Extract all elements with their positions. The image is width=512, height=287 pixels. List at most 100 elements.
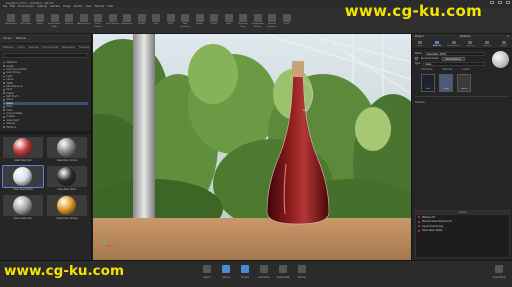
material-preview: [3, 137, 43, 158]
keyshotvr-icon: [279, 265, 287, 273]
texture-slot-opacity[interactable]: Opacity: [457, 74, 471, 92]
toolbar-button-region[interactable]: Region: [193, 10, 207, 32]
tab-material[interactable]: Material: [429, 41, 444, 47]
tab-lighting[interactable]: Lighting: [463, 41, 478, 47]
geometry-icon: [181, 14, 189, 22]
bottom-button-import[interactable]: Import: [200, 265, 214, 279]
personal-graph-checkbox[interactable]: [415, 57, 418, 60]
library-tab-materials[interactable]: Materials: [3, 46, 14, 49]
library-panel: Library Material Materials Colors Textures E…: [0, 34, 92, 260]
multi-material-button[interactable]: Multi-Material: [441, 56, 465, 61]
texture-slot-color[interactable]: Color: [421, 74, 435, 92]
scene-list: Material #1 Stained Glass Material #1 Liqu…: [416, 215, 509, 233]
bottom-button-library[interactable]: Library: [219, 265, 233, 279]
material-dot-icon: [418, 216, 420, 219]
watermark-top: www.cg-ku.com: [344, 2, 482, 20]
toolbar-button-tools[interactable]: Tools: [222, 10, 236, 32]
toolbar-button-label: Tools: [226, 23, 231, 25]
bottle-cork: [292, 61, 304, 77]
library-tab-backplates[interactable]: Backplates: [62, 46, 75, 49]
tree-bullet-icon: [3, 92, 5, 94]
toolbar-button-studio[interactable]: Studio: [207, 10, 221, 32]
toolbar-button-label: Reset Camera: [94, 23, 102, 28]
bottom-button-keyshotvr[interactable]: KeyShotVR: [276, 265, 290, 279]
library-search-input[interactable]: [3, 53, 88, 58]
library-tab-textures[interactable]: Textures: [29, 46, 39, 49]
scene-item[interactable]: Glass Basic White: [416, 229, 509, 234]
material-sphere: [57, 196, 76, 215]
toolbar-button-performance[interactable]: Performance Mode: [48, 10, 62, 32]
library-tab-colors[interactable]: Colors: [18, 46, 25, 49]
tab-environment[interactable]: Environment: [446, 41, 461, 47]
library-divider[interactable]: [0, 131, 91, 134]
tree-item[interactable]: Patterns: [3, 125, 88, 129]
render-viewport[interactable]: [93, 34, 411, 260]
material-preview: [47, 195, 87, 216]
animation-icon: [260, 265, 268, 273]
material-thumbnail[interactable]: Glass Basic White: [2, 165, 44, 192]
toolbar-button-pan[interactable]: Pan: [149, 10, 163, 32]
scene-tree: Scene Material #1 Stained Glass Material …: [415, 210, 510, 258]
toolbar-button-reset[interactable]: Reset Camera: [91, 10, 105, 32]
bottom-button-project[interactable]: Project: [238, 265, 252, 279]
bottom-button-animation[interactable]: Animation: [257, 265, 271, 279]
toolbar-button-cpu[interactable]: CPU Usage: [19, 10, 33, 32]
screenshot-button[interactable]: Screenshot: [492, 265, 506, 279]
scene-item-label: Liquid Chardonnay: [422, 224, 444, 228]
toolbar-button-wizard[interactable]: Configurator Wizard: [251, 10, 265, 32]
environment-icon: [451, 41, 456, 44]
tree-bullet-icon: [3, 99, 5, 101]
toolbar-button-lock[interactable]: Lock Camera: [106, 10, 120, 32]
material-thumbnail[interactable]: Glass Clean Orange: [47, 195, 87, 221]
library-tab-environments[interactable]: Environments: [42, 46, 58, 49]
workspaces-icon: [7, 14, 15, 22]
library-header-tab-material[interactable]: Material: [16, 37, 26, 40]
material-name-field[interactable]: Glass Basic White: [424, 51, 485, 56]
wooden-table: [93, 218, 411, 260]
subtab-properties[interactable]: Properties: [421, 68, 433, 71]
close-icon[interactable]: ×: [507, 35, 509, 39]
tab-scene[interactable]: Scene: [413, 41, 428, 47]
toolbar-button-perspective[interactable]: Perspective: [120, 10, 134, 32]
toolbar-button-templates[interactable]: Material Templates: [265, 10, 279, 32]
tab-image[interactable]: Image: [496, 41, 511, 47]
bottom-button-render[interactable]: Render: [295, 265, 309, 279]
scene-item-label: Stained Glass Material #1: [422, 220, 452, 224]
close-icon[interactable]: [506, 1, 510, 4]
toolbar-button-geometry[interactable]: Add Geometry: [178, 10, 192, 32]
texture-slot-label: Opacity: [460, 88, 468, 90]
material-thumbnail[interactable]: Glass Basic Black: [47, 166, 87, 192]
subtab-labels[interactable]: Labels: [462, 68, 469, 71]
material-thumbnail[interactable]: Glass Clean Gray: [3, 195, 43, 221]
tab-camera[interactable]: Camera: [479, 41, 494, 47]
toolbar-button-geometry-view[interactable]: Geometry View: [236, 10, 250, 32]
toolbar-button-tumble[interactable]: Tumble: [135, 10, 149, 32]
toolbar-button-label: Performance Mode: [48, 23, 61, 28]
material-thumbnail[interactable]: Glass Basic Red: [3, 137, 43, 163]
library-tabs: Materials Colors Textures Environments Backp…: [0, 44, 91, 51]
tree-bullet-icon: [3, 126, 5, 128]
project-label: Project: [415, 35, 424, 38]
material-sphere: [13, 138, 32, 157]
subtab-textures[interactable]: Textures: [443, 68, 453, 71]
material-thumbnail[interactable]: Glass Basic Smoke: [47, 137, 87, 163]
material-label: Glass Basic Red: [14, 159, 32, 162]
toolbar-button-label: Perspective: [121, 23, 133, 25]
tab-label: Camera: [483, 45, 491, 47]
library-tab-favorites[interactable]: Favorites: [79, 46, 89, 49]
maximize-icon[interactable]: [498, 1, 502, 4]
toolbar-button-denoise[interactable]: Denoise: [62, 10, 76, 32]
library-header-tab-library[interactable]: Library: [3, 37, 12, 40]
material-type-select[interactable]: Glass: [423, 61, 485, 66]
tree-bullet-icon: [3, 102, 5, 105]
texture-slot-bump[interactable]: Bump: [439, 74, 453, 92]
textures-label: Textures: [415, 101, 425, 104]
toolbar-button-dolly[interactable]: Dolly: [164, 10, 178, 32]
toolbar-button-label: Workspaces: [5, 23, 17, 25]
toolbar-button-workspaces[interactable]: Workspaces: [4, 10, 18, 32]
toolbar-button-script[interactable]: Script: [280, 10, 294, 32]
toolbar-button-camera[interactable]: Add Camera: [77, 10, 91, 32]
minimize-icon[interactable]: [490, 1, 494, 4]
toolbar-button-pause[interactable]: Pause: [33, 10, 47, 32]
tree-bullet-icon: [3, 95, 5, 98]
